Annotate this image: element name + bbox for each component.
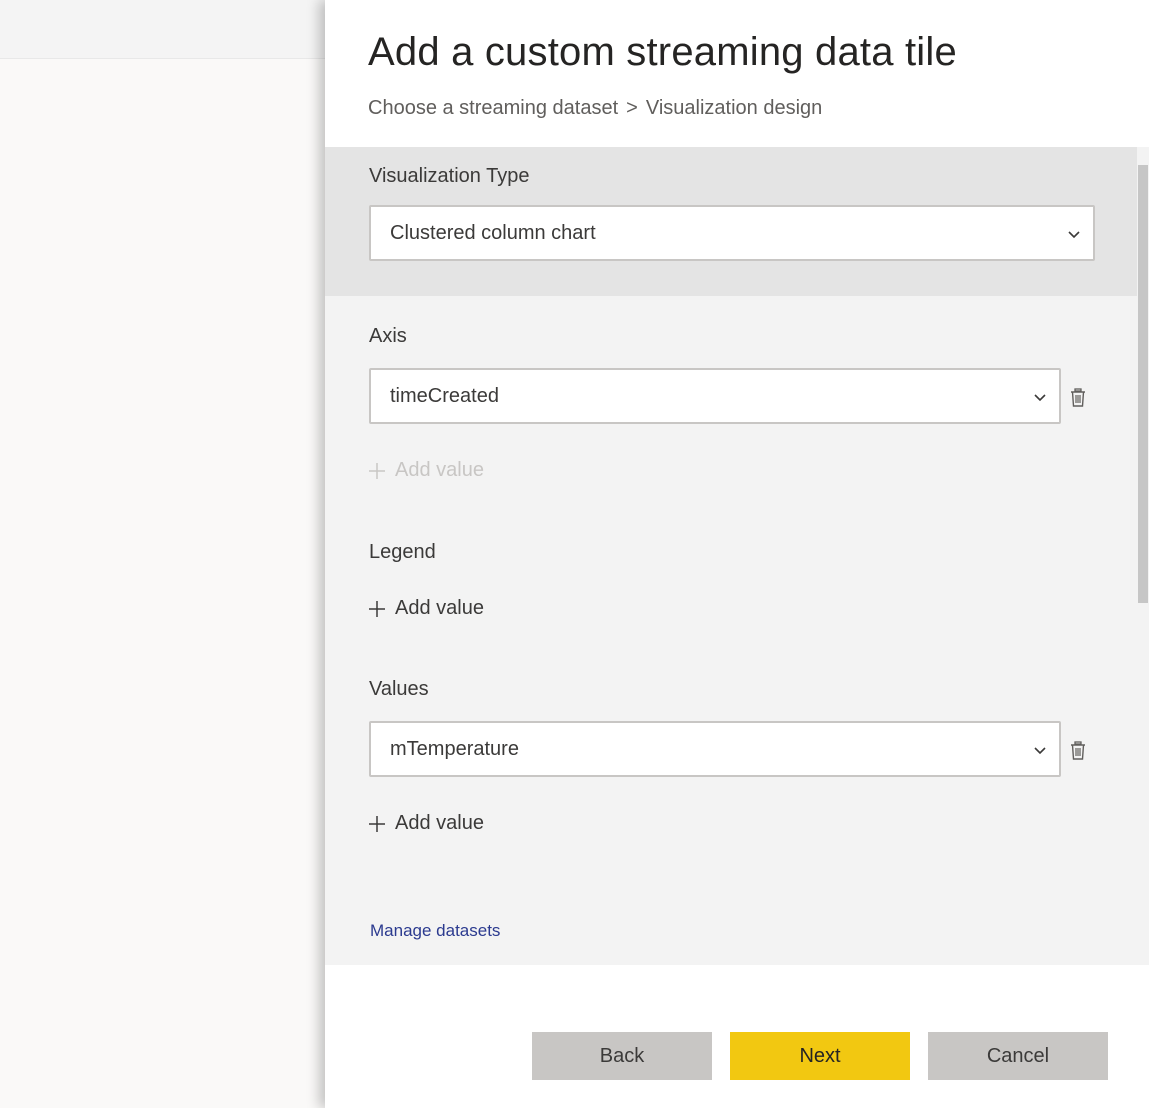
axis-dropdown[interactable]: timeCreated [369, 368, 1061, 424]
panel-title: Add a custom streaming data tile [368, 30, 957, 74]
axis-add-value-button[interactable]: Add value [368, 459, 484, 482]
breadcrumb-step-dataset: Choose a streaming dataset [368, 97, 619, 119]
plus-icon [369, 462, 385, 479]
chevron-down-icon [1068, 231, 1080, 239]
axis-value: timeCreated [390, 385, 499, 407]
scrollbar-thumb[interactable] [1138, 165, 1148, 603]
axis-label: Axis [369, 325, 407, 347]
values-add-value-label: Add value [395, 812, 484, 834]
side-panel: Add a custom streaming data tile Choose … [325, 0, 1149, 1108]
chevron-down-icon [1034, 394, 1046, 402]
values-label: Values [369, 678, 429, 700]
axis-add-value-label: Add value [395, 459, 484, 481]
breadcrumb-step-design: Visualization design [645, 97, 823, 119]
legend-add-value-button[interactable]: Add value [368, 597, 484, 620]
plus-icon [369, 815, 385, 832]
background-page [0, 59, 330, 1108]
legend-add-value-label: Add value [395, 597, 484, 619]
breadcrumb: Choose a streaming dataset > Visualization… [368, 97, 822, 120]
visualization-type-label: Visualization Type [369, 165, 530, 187]
visualization-type-dropdown[interactable]: Clustered column chart [369, 205, 1095, 261]
legend-label: Legend [369, 541, 436, 563]
back-button[interactable]: Back [532, 1032, 712, 1080]
values-value: mTemperature [390, 738, 519, 760]
next-button[interactable]: Next [730, 1032, 910, 1080]
background-top-bar [0, 0, 330, 59]
trash-icon[interactable] [1069, 388, 1087, 408]
values-add-value-button[interactable]: Add value [368, 812, 484, 835]
cancel-button[interactable]: Cancel [928, 1032, 1108, 1080]
visualization-type-section: Visualization Type Clustered column char… [325, 147, 1137, 296]
plus-icon [369, 600, 385, 617]
form-scroll-area: Visualization Type Clustered column char… [325, 147, 1149, 965]
visualization-type-value: Clustered column chart [390, 222, 596, 244]
chevron-down-icon [1034, 747, 1046, 755]
trash-icon[interactable] [1069, 741, 1087, 761]
manage-datasets-link[interactable]: Manage datasets [370, 921, 500, 941]
breadcrumb-separator: > [626, 97, 638, 119]
values-dropdown[interactable]: mTemperature [369, 721, 1061, 777]
